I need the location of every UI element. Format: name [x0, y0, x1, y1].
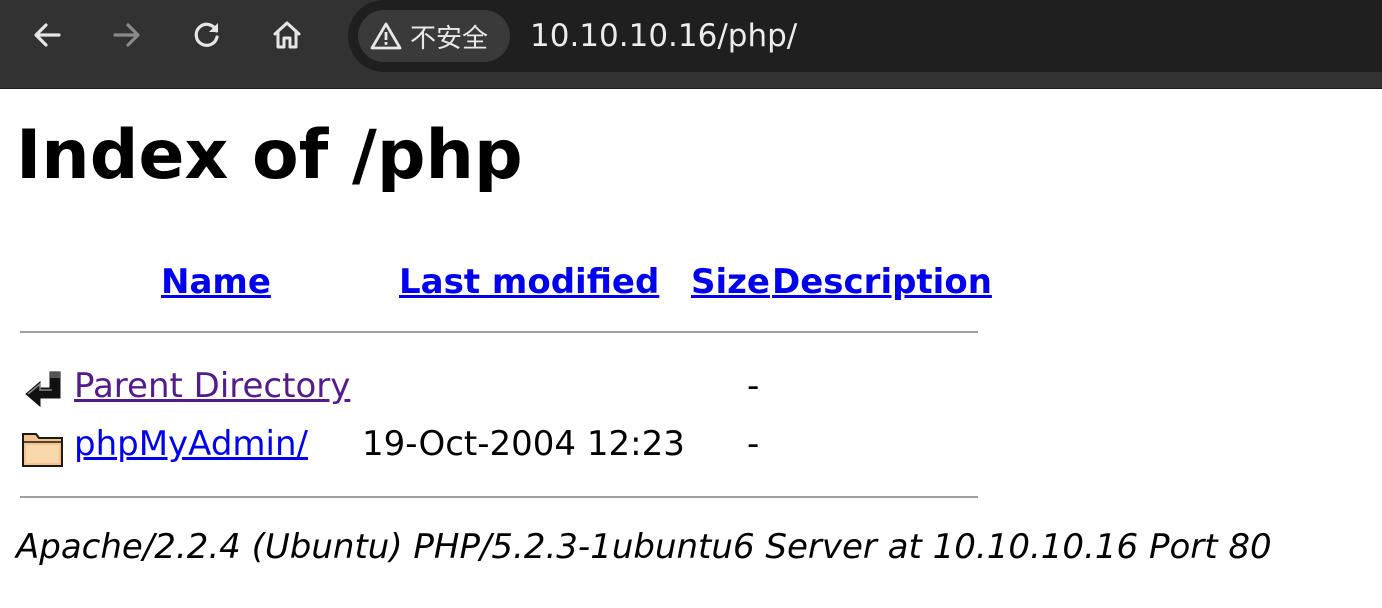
- server-signature: Apache/2.2.4 (Ubuntu) PHP/5.2.3-1ubuntu6…: [16, 527, 1272, 567]
- url-text[interactable]: 10.10.10.16/php/: [530, 14, 797, 58]
- reload-button[interactable]: [184, 12, 230, 58]
- sort-by-last-modified-link[interactable]: Last modified: [399, 262, 659, 302]
- parent-directory-link[interactable]: Parent Directory: [74, 366, 350, 406]
- forward-button[interactable]: [104, 12, 150, 58]
- warning-triangle-icon: [370, 22, 402, 50]
- row-size: -: [747, 424, 760, 464]
- header-divider: [20, 331, 978, 333]
- forward-arrow-icon: [113, 23, 140, 47]
- footer-divider: [20, 496, 978, 498]
- back-arrow-icon: [25, 371, 61, 408]
- page-title: Index of /php: [16, 116, 523, 195]
- sort-by-name-link[interactable]: Name: [161, 262, 271, 302]
- security-label: 不安全: [410, 23, 489, 54]
- row-size: -: [747, 366, 760, 406]
- security-chip[interactable]: 不安全: [358, 10, 510, 62]
- browser-toolbar: 不安全 10.10.10.16/php/: [0, 0, 1382, 89]
- sort-by-size-link[interactable]: Size: [691, 262, 770, 302]
- reload-icon: [194, 22, 219, 47]
- home-icon: [273, 21, 301, 49]
- folder-icon: [22, 433, 63, 467]
- phpmyadmin-link[interactable]: phpMyAdmin/: [74, 424, 308, 464]
- back-arrow-icon: [34, 23, 61, 47]
- back-button[interactable]: [24, 12, 70, 58]
- home-button[interactable]: [264, 12, 310, 58]
- row-last-modified: 19-Oct-2004 12:23: [362, 424, 685, 464]
- sort-by-description-link[interactable]: Description: [772, 262, 992, 302]
